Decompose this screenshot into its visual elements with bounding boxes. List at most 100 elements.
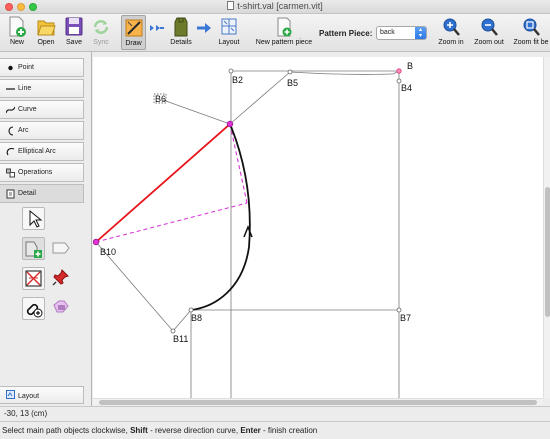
seam-allowance-icon <box>25 270 42 287</box>
point-b2[interactable] <box>228 68 234 74</box>
status-key-shift: Shift <box>130 426 148 435</box>
point-b11[interactable] <box>170 328 176 334</box>
draw-label: Draw <box>125 40 142 47</box>
pin-icon <box>52 269 69 286</box>
point-b10[interactable] <box>93 238 100 246</box>
zoom-fit-icon <box>523 18 540 36</box>
sync-icon <box>93 20 109 34</box>
label-b4: B4 <box>401 83 412 93</box>
category-elliptical-arc[interactable]: Elliptical Arc <box>0 142 84 161</box>
point-armhole-top[interactable] <box>226 120 234 128</box>
pattern-piece-value: back <box>380 29 395 36</box>
label-b7: B7 <box>400 313 411 323</box>
drawing-canvas[interactable]: B2 B5 B B4 B6 B7 B8 B10 B11 <box>93 57 543 398</box>
details-mode-button[interactable]: Details <box>167 15 195 50</box>
new-button[interactable]: New <box>4 15 30 50</box>
category-curve[interactable]: Curve <box>0 100 84 119</box>
point-b5[interactable] <box>287 69 293 75</box>
sync-label: Sync <box>93 39 109 46</box>
workpiece-tool-button[interactable] <box>22 237 45 260</box>
category-curve-label: Curve <box>18 106 37 113</box>
details-label: Details <box>170 39 192 46</box>
line-b6 <box>162 99 231 125</box>
open-folder-icon <box>37 20 56 36</box>
new-detail-icon <box>25 241 42 258</box>
draw-mode-button[interactable]: Draw <box>121 15 146 50</box>
selected-line-b10[interactable] <box>95 123 231 243</box>
category-layout-label: Layout <box>18 393 40 400</box>
open-button[interactable]: Open <box>33 15 59 50</box>
vertical-scrollbar[interactable] <box>543 57 550 398</box>
curve-direction-arrow-icon <box>243 224 253 238</box>
category-operations[interactable]: Operations <box>0 163 84 182</box>
category-layout[interactable]: Layout <box>0 386 84 404</box>
zoom-in-button[interactable]: Zoom in <box>436 15 466 50</box>
seam-allowance-tool-button[interactable] <box>22 267 45 290</box>
category-arc-label: Arc <box>18 127 29 134</box>
main-toolbar: New Open Save Sync Draw Details Layout N… <box>0 14 550 52</box>
horizontal-scrollbar[interactable] <box>93 398 543 405</box>
status-bar: Select main path objects clockwise, Shif… <box>0 421 550 439</box>
zoom-out-icon <box>481 18 498 36</box>
arrow-pointer-icon <box>29 209 43 228</box>
category-arc[interactable]: Arc <box>0 121 84 140</box>
pin-tool-button[interactable] <box>50 267 73 290</box>
document-icon <box>227 1 235 10</box>
insert-node-tool-button[interactable] <box>22 297 45 320</box>
category-point-label: Point <box>18 64 34 71</box>
label-b: B <box>407 61 413 71</box>
window-title-bar: t-shirt.val [carmen.vit] <box>0 0 550 14</box>
details-garment-icon <box>174 17 188 37</box>
save-button[interactable]: Save <box>62 15 86 50</box>
layout-mode-button[interactable]: Layout <box>215 15 243 50</box>
floppy-disk-icon <box>65 17 83 36</box>
label-b8: B8 <box>191 313 202 323</box>
zoom-out-button[interactable]: Zoom out <box>473 15 505 50</box>
layout-category-icon <box>6 390 15 399</box>
category-point[interactable]: Point <box>0 58 84 77</box>
construction-lines <box>95 70 400 398</box>
window-title-container: t-shirt.val [carmen.vit] <box>0 1 550 11</box>
union-detail-icon <box>52 242 70 254</box>
category-detail-label: Detail <box>18 190 36 197</box>
tool-panel: Point Line Curve Arc Elliptical Arc Oper… <box>0 52 92 406</box>
save-label: Save <box>66 39 82 46</box>
new-pattern-piece-icon <box>277 17 292 37</box>
new-label: New <box>9 39 24 46</box>
union-tool-button[interactable] <box>50 237 73 260</box>
label-b5: B5 <box>287 78 298 88</box>
line-b11-b8 <box>172 309 192 332</box>
duplicate-detail-icon <box>53 300 69 313</box>
zoom-in-label: Zoom in <box>438 39 464 46</box>
category-line-label: Line <box>18 85 32 92</box>
new-pattern-piece-button[interactable]: New pattern piece <box>254 15 314 50</box>
detail-icon <box>6 189 15 199</box>
operations-icon <box>6 168 15 178</box>
point-b[interactable] <box>396 68 402 74</box>
pointer-tool-button[interactable] <box>22 207 45 230</box>
elliptical-arc-icon <box>6 148 15 156</box>
armhole-curve[interactable] <box>190 123 251 311</box>
layout-grid-icon <box>221 18 237 35</box>
vertical-scroll-thumb[interactable] <box>545 187 550 317</box>
insert-node-icon <box>26 303 43 318</box>
pattern-piece-select[interactable]: back ▴ ▾ <box>376 26 427 40</box>
layout-label: Layout <box>218 39 240 46</box>
category-detail[interactable]: Detail <box>0 184 84 203</box>
curve-icon <box>6 106 15 114</box>
horizontal-scroll-thumb[interactable] <box>99 400 537 405</box>
double-arrow-icon <box>150 25 164 31</box>
sync-button[interactable]: Sync <box>89 15 113 50</box>
pattern-drawing[interactable]: B2 B5 B B4 B6 B7 B8 B10 B11 <box>93 57 543 398</box>
open-label: Open <box>37 39 55 46</box>
label-b11: B11 <box>173 334 188 344</box>
duplicate-detail-tool-button[interactable] <box>50 297 73 320</box>
dashed-path-armhole <box>229 123 248 204</box>
point-b7[interactable] <box>396 307 402 313</box>
category-line[interactable]: Line <box>0 79 84 98</box>
line-icon <box>6 88 15 90</box>
pattern-points[interactable] <box>170 68 402 334</box>
select-chevron-icon: ▴ ▾ <box>415 27 426 39</box>
point-b8[interactable] <box>188 307 194 313</box>
zoom-fit-button[interactable]: Zoom fit be <box>512 15 550 50</box>
